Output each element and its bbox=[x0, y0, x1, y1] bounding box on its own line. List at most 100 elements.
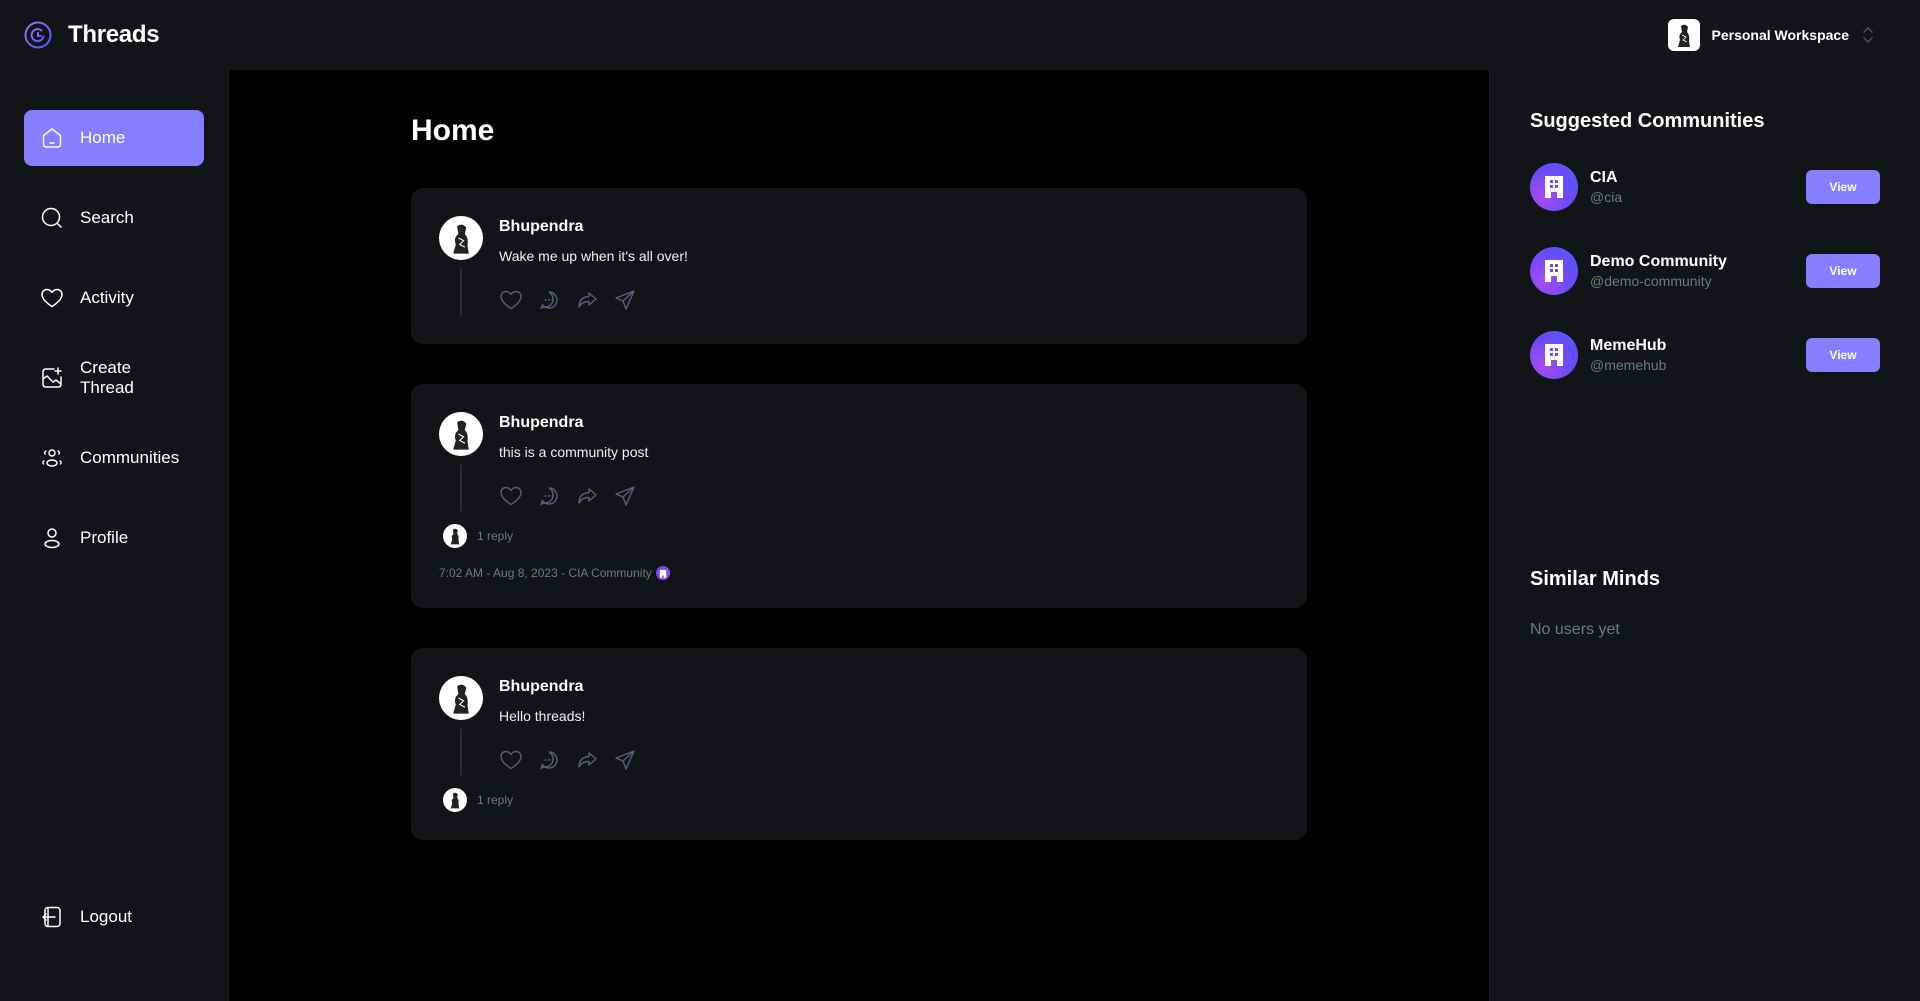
replies-summary[interactable]: 1 reply bbox=[443, 788, 1279, 812]
thread-meta[interactable]: 7:02 AM - Aug 8, 2023 - CIA Community bbox=[439, 566, 1279, 580]
user-portrait-icon bbox=[453, 224, 469, 254]
community-handle: @memehub bbox=[1590, 357, 1667, 373]
community-avatar[interactable] bbox=[1530, 163, 1578, 211]
sidebar-item-label: Communities bbox=[80, 448, 180, 467]
communities-icon bbox=[42, 449, 62, 467]
logout-button[interactable]: Logout bbox=[24, 889, 204, 945]
community-avatar[interactable] bbox=[1530, 247, 1578, 295]
replies-summary[interactable]: 1 reply bbox=[443, 524, 1279, 548]
sidebar-item-label: Search bbox=[80, 208, 134, 227]
brand[interactable]: Threads bbox=[24, 21, 160, 49]
repost-icon[interactable] bbox=[575, 748, 599, 772]
share-icon[interactable] bbox=[613, 484, 637, 508]
reply-icon[interactable] bbox=[537, 748, 561, 772]
thread-content: Wake me up when it's all over! bbox=[499, 248, 688, 264]
sidebar-item-search[interactable]: Search bbox=[24, 190, 204, 246]
user-portrait-icon bbox=[450, 792, 460, 809]
author-avatar[interactable] bbox=[439, 676, 483, 720]
reply-icon[interactable] bbox=[537, 288, 561, 312]
building-icon bbox=[1545, 176, 1563, 198]
suggested-communities-list: CIA @cia View Demo Community @demo-commu… bbox=[1530, 163, 1880, 379]
app-title: Threads bbox=[68, 21, 160, 48]
like-icon[interactable] bbox=[499, 484, 523, 508]
community-name: MemeHub bbox=[1590, 337, 1667, 354]
thread-card: Bhupendra Hello threads! 1 reply bbox=[411, 648, 1307, 840]
author-name[interactable]: Bhupendra bbox=[499, 414, 1279, 432]
workspace-name: Personal Workspace bbox=[1711, 27, 1849, 43]
author-name[interactable]: Bhupendra bbox=[499, 678, 1279, 696]
user-icon bbox=[44, 528, 60, 549]
reply-count[interactable]: 1 reply bbox=[477, 793, 513, 807]
view-community-button[interactable]: View bbox=[1806, 338, 1880, 372]
home-icon bbox=[42, 128, 62, 148]
user-portrait-icon bbox=[453, 420, 469, 450]
community-name: Demo Community bbox=[1590, 253, 1727, 270]
reply-count[interactable]: 1 reply bbox=[477, 529, 513, 543]
thread-actions bbox=[499, 748, 1279, 772]
view-community-button[interactable]: View bbox=[1806, 170, 1880, 204]
sidebar-item-label: Activity bbox=[80, 288, 134, 307]
suggested-communities-title: Suggested Communities bbox=[1530, 110, 1765, 132]
chevron-up-down-icon bbox=[1863, 26, 1873, 44]
community-handle: @demo-community bbox=[1590, 273, 1712, 289]
community-item: Demo Community @demo-community View bbox=[1530, 247, 1880, 295]
sidebar-item-label: Home bbox=[80, 128, 126, 147]
thread-feed: Bhupendra Wake me up when it's all over! bbox=[411, 188, 1307, 840]
thread-line bbox=[460, 268, 462, 316]
author-name[interactable]: Bhupendra bbox=[499, 218, 1279, 236]
reply-avatar bbox=[443, 788, 467, 812]
user-portrait-icon bbox=[1677, 24, 1690, 47]
create-image-icon bbox=[42, 367, 62, 388]
nav-list: Home Search Activity Create Thread Commu… bbox=[24, 110, 204, 566]
sidebar-item-home[interactable]: Home bbox=[24, 110, 204, 166]
community-item: MemeHub @memehub View bbox=[1530, 331, 1880, 379]
thread-line bbox=[460, 728, 462, 776]
community-badge-icon bbox=[655, 566, 670, 580]
share-icon[interactable] bbox=[613, 748, 637, 772]
community-name: CIA bbox=[1590, 169, 1618, 186]
sidebar-item-create-thread[interactable]: Create Thread bbox=[24, 350, 204, 406]
repost-icon[interactable] bbox=[575, 484, 599, 508]
community-item: CIA @cia View bbox=[1530, 163, 1880, 211]
thread-content: Hello threads! bbox=[499, 708, 586, 724]
thread-actions bbox=[499, 288, 1279, 312]
thread-timestamp-community[interactable]: 7:02 AM - Aug 8, 2023 - CIA Community bbox=[439, 566, 652, 580]
user-portrait-icon bbox=[450, 528, 460, 545]
top-bar: Threads Personal Workspace bbox=[0, 0, 1920, 70]
thread-content: this is a community post bbox=[499, 444, 649, 460]
building-icon bbox=[1545, 260, 1563, 282]
similar-minds-empty: No users yet bbox=[1530, 621, 1620, 638]
like-icon[interactable] bbox=[499, 288, 523, 312]
similar-minds-section: Similar Minds No users yet bbox=[1530, 568, 1660, 639]
repost-icon[interactable] bbox=[575, 288, 599, 312]
sidebar-item-profile[interactable]: Profile bbox=[24, 510, 204, 566]
author-avatar[interactable] bbox=[439, 412, 483, 456]
community-avatar[interactable] bbox=[1530, 331, 1578, 379]
similar-minds-title: Similar Minds bbox=[1530, 568, 1661, 590]
thread-card: Bhupendra this is a community post 1 rep… bbox=[411, 384, 1307, 608]
share-icon[interactable] bbox=[613, 288, 637, 312]
reply-avatar bbox=[443, 524, 467, 548]
sidebar-item-label: Profile bbox=[80, 528, 129, 547]
building-icon bbox=[1545, 344, 1563, 366]
left-sidebar: Home Search Activity Create Thread Commu… bbox=[0, 70, 229, 1001]
workspace-switcher[interactable]: Personal Workspace bbox=[1667, 19, 1875, 51]
sidebar-item-communities[interactable]: Communities bbox=[24, 430, 204, 486]
search-icon bbox=[41, 207, 62, 228]
view-community-button[interactable]: View bbox=[1806, 254, 1880, 288]
author-avatar[interactable] bbox=[439, 216, 483, 260]
heart-icon bbox=[41, 288, 63, 308]
right-sidebar: Suggested Communities CIA @cia View Demo bbox=[1489, 70, 1920, 1001]
reply-icon[interactable] bbox=[537, 484, 561, 508]
page-title: Home bbox=[411, 114, 495, 147]
sidebar-item-activity[interactable]: Activity bbox=[24, 270, 204, 326]
thread-line bbox=[460, 464, 462, 512]
thread-actions bbox=[499, 484, 1279, 508]
main-content: Home Bhupendra Wake me up when it's all … bbox=[229, 70, 1489, 1001]
logout-label: Logout bbox=[80, 907, 132, 926]
sidebar-item-label: Create Thread bbox=[80, 358, 134, 397]
like-icon[interactable] bbox=[499, 748, 523, 772]
thread-card: Bhupendra Wake me up when it's all over! bbox=[411, 188, 1307, 344]
community-handle: @cia bbox=[1590, 189, 1623, 205]
user-portrait-icon bbox=[453, 684, 469, 714]
